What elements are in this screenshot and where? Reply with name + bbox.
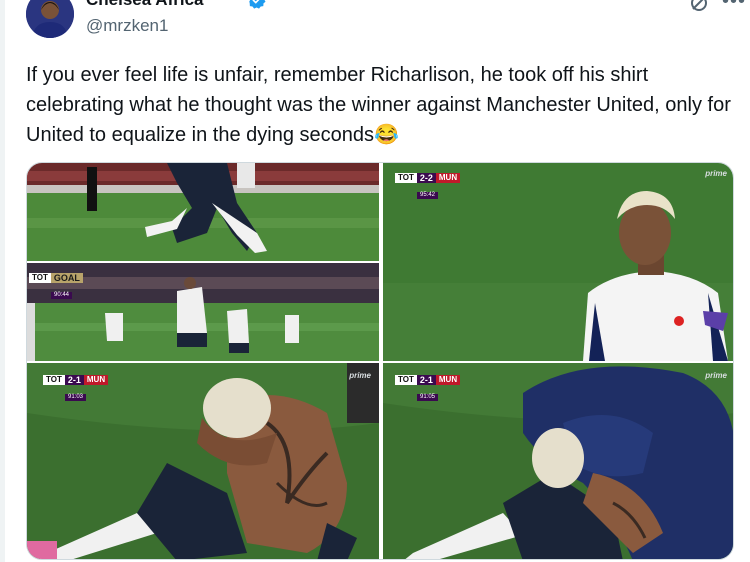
away-team-label: MUN — [435, 375, 461, 385]
match-clock: 91:03 — [65, 394, 87, 401]
match-clock: 95:42 — [417, 192, 439, 199]
media-grid[interactable]: TOT GOAL 90:44 TOT 2-2 MUN 95:42 prime T… — [26, 162, 734, 560]
home-team-label: TOT — [29, 273, 51, 283]
photo-consoled-by-staff[interactable]: TOT 2-1 MUN 91:05 prime — [383, 363, 733, 559]
tweet-text: If you ever feel life is unfair, remembe… — [26, 64, 731, 146]
photo-crying-shirtless[interactable]: TOT 2-1 MUN 91:03 prime — [27, 363, 379, 559]
score-label: 2-1 — [64, 375, 84, 385]
verified-badge-icon — [249, 0, 266, 9]
photo-richarlison-closeup[interactable]: TOT 2-2 MUN 95:42 prime — [383, 163, 733, 361]
photo-goal-celebration[interactable]: TOT GOAL 90:44 — [27, 263, 379, 361]
scorebug: TOT 2-2 MUN 95:42 — [395, 173, 461, 199]
photo-player-running[interactable] — [27, 163, 379, 261]
match-clock: 91:05 — [417, 394, 439, 401]
avatar[interactable] — [26, 0, 74, 38]
scorebug: TOT 2-1 MUN 91:03 — [43, 375, 109, 401]
handle[interactable]: @mrzken1 — [86, 16, 168, 36]
home-team-label: TOT — [395, 173, 417, 183]
broadcaster-logo: prime — [705, 169, 727, 178]
score-label: 2-1 — [416, 375, 436, 385]
match-clock: 90:44 — [51, 292, 73, 299]
timeline-border — [0, 0, 5, 562]
scorebug: TOT 2-1 MUN 91:05 — [395, 375, 461, 401]
more-options-icon[interactable]: ••• — [722, 0, 746, 13]
goal-banner: GOAL — [50, 273, 83, 283]
broadcaster-logo: prime — [349, 371, 371, 380]
display-name[interactable]: Chelsea Africa — [86, 0, 203, 10]
home-team-label: TOT — [43, 375, 65, 385]
score-label: 2-2 — [416, 173, 436, 183]
broadcaster-logo: prime — [705, 371, 727, 380]
scorebug: TOT GOAL 90:44 — [29, 273, 83, 299]
home-team-label: TOT — [395, 375, 417, 385]
away-team-label: MUN — [83, 375, 109, 385]
tweet-header: Chelsea Africa @mrzken1 ••• — [26, 0, 746, 42]
away-team-label: MUN — [435, 173, 461, 183]
grok-icon[interactable] — [688, 0, 710, 14]
